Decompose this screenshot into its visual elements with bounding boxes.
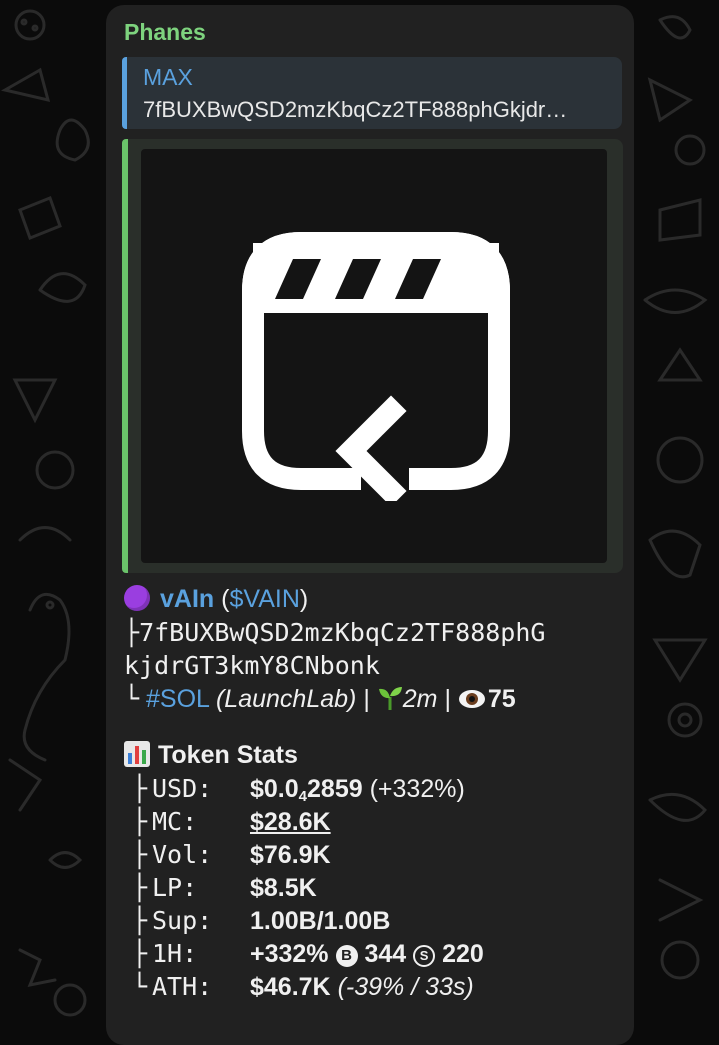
stat-lp: ├ LP: $8.5K (124, 871, 624, 904)
token-address-part1: 7fBUXBwQSD2mzKbqCz2TF888phG (139, 618, 546, 647)
address-line-2[interactable]: kjdrGT3kmY8CNbonk (124, 649, 624, 682)
stat-vol: ├ Vol: $76.9K (124, 838, 624, 871)
stat-1h: ├ 1H: +332% B 344 S 220 (124, 937, 624, 970)
separator: | (356, 685, 377, 713)
token-address-part2: kjdrGT3kmY8CNbonk (124, 651, 380, 680)
preview-image[interactable] (141, 149, 607, 563)
stat-label: ATH: (152, 972, 213, 1001)
tree-glyph: ├ (132, 906, 148, 935)
stat-value: $8.5K (250, 874, 317, 902)
market-cap-link[interactable]: $28.6K (250, 808, 331, 836)
stat-sup: ├ Sup: 1.00B/1.00B (124, 904, 624, 937)
ticker-close-paren: ) (299, 585, 309, 613)
price-change: (+332%) (362, 775, 465, 803)
separator: | (437, 685, 458, 713)
tree-branch: ├ (124, 618, 140, 647)
stat-value: $76.9K (250, 841, 331, 869)
stat-label: LP: (152, 873, 198, 902)
token-ticker[interactable]: $VAIN (229, 585, 299, 613)
link-preview[interactable] (122, 139, 623, 573)
stat-label: Sup: (152, 906, 213, 935)
stat-value: 1.00B/1.00B (250, 907, 391, 935)
message-bubble: Phanes MAX 7fBUXBwQSD2mzKbqCz2TF888phGkj… (106, 5, 634, 1045)
token-meta-line: └ #SOL (LaunchLab) | 2m | 75 (124, 682, 624, 715)
clapperboard-logo-icon (242, 232, 510, 501)
stat-usd: ├ USD: $0.042859 (+332%) (124, 772, 624, 805)
launchpad-name: (LaunchLab) (215, 685, 357, 713)
reply-author: MAX (143, 64, 193, 90)
tree-glyph: └ (132, 972, 148, 1001)
stat-label: Vol: (152, 840, 213, 869)
price-prefix: $0.0 (250, 775, 299, 803)
view-count: 75 (487, 685, 516, 713)
stat-mc: ├ MC: $28.6K (124, 805, 624, 838)
tree-glyph: ├ (132, 873, 148, 902)
stat-value: $46.7K (250, 973, 331, 1001)
stats-header-line: Token Stats (124, 739, 624, 772)
sender-name[interactable]: Phanes (124, 19, 206, 46)
stat-label: USD: (152, 774, 213, 803)
tree-glyph: ├ (132, 807, 148, 836)
tree-glyph: ├ (132, 774, 148, 803)
purple-circle-icon (124, 585, 150, 611)
stat-label: 1H: (152, 939, 198, 968)
seedling-icon (378, 687, 402, 710)
tree-end: └ (124, 684, 140, 713)
reply-text: 7fBUXBwQSD2mzKbqCz2TF888phGkjdr… (143, 97, 568, 122)
buys-icon: B (335, 945, 358, 967)
token-title-line: vAIn ($VAIN) (124, 583, 624, 616)
address-line-1[interactable]: ├7fBUXBwQSD2mzKbqCz2TF888phG (124, 616, 624, 649)
price-digits: 2859 (307, 775, 363, 803)
chain-hashtag[interactable]: #SOL (146, 685, 209, 713)
reply-quote[interactable]: MAX 7fBUXBwQSD2mzKbqCz2TF888phGkjdr… (122, 57, 622, 129)
token-age: 2m (402, 685, 438, 713)
token-message: vAIn ($VAIN) ├7fBUXBwQSD2mzKbqCz2TF888ph… (124, 583, 624, 1003)
stat-label: MC: (152, 807, 198, 836)
stat-value: +332% (250, 940, 329, 968)
stat-ath: └ ATH: $46.7K (-39% / 33s) (124, 970, 624, 1003)
sells-count: 220 (442, 940, 484, 968)
stat-value: $0.042859 (250, 775, 363, 805)
sells-icon: S (413, 945, 436, 967)
price-zero-count: 4 (298, 788, 308, 805)
stats-header: Token Stats (158, 741, 298, 769)
token-name[interactable]: vAIn (160, 585, 214, 613)
tree-glyph: ├ (132, 939, 148, 968)
ath-detail: (-39% / 33s) (337, 973, 474, 1001)
bar-chart-icon (124, 741, 150, 767)
tree-glyph: ├ (132, 840, 148, 869)
buys-count: 344 (364, 940, 407, 968)
eye-icon (458, 690, 485, 708)
